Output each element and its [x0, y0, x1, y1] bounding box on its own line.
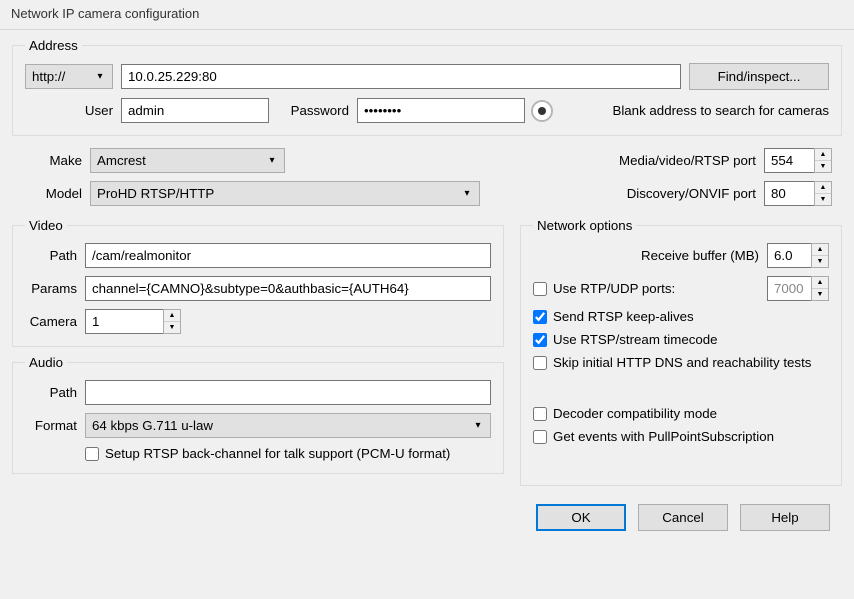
skipdns-checkbox[interactable] — [533, 356, 547, 370]
ok-button[interactable]: OK — [536, 504, 626, 531]
video-legend: Video — [25, 218, 67, 233]
address-input[interactable] — [121, 64, 681, 89]
find-inspect-button[interactable]: Find/inspect... — [689, 63, 829, 90]
window-title: Network IP camera configuration — [11, 6, 199, 21]
network-options-legend: Network options — [533, 218, 636, 233]
spin-up-icon[interactable]: ▲ — [815, 149, 831, 161]
audio-legend: Audio — [25, 355, 67, 370]
password-reveal-toggle[interactable] — [533, 102, 551, 120]
recv-buffer-label: Receive buffer (MB) — [641, 248, 759, 263]
make-value: Amcrest — [97, 153, 146, 168]
spin-up-icon[interactable]: ▲ — [164, 310, 180, 322]
video-group: Video Path Params Camera ▲▼ — [12, 218, 504, 347]
video-path-input[interactable] — [85, 243, 491, 268]
scheme-value: http:// — [32, 69, 65, 84]
spin-up-icon[interactable]: ▲ — [812, 244, 828, 256]
timecode-text: Use RTSP/stream timecode — [553, 332, 718, 347]
onvif-port-stepper[interactable]: ▲▼ — [764, 181, 832, 206]
chevron-down-icon: ▾ — [264, 155, 280, 166]
skipdns-checkbox-label[interactable]: Skip initial HTTP DNS and reachability t… — [533, 355, 811, 370]
timecode-checkbox[interactable] — [533, 333, 547, 347]
make-dropdown[interactable]: Amcrest ▾ — [90, 148, 285, 173]
video-path-label: Path — [25, 248, 77, 263]
user-input[interactable] — [121, 98, 269, 123]
window-titlebar: Network IP camera configuration — [0, 0, 854, 30]
video-params-label: Params — [25, 281, 77, 296]
chevron-down-icon: ▾ — [470, 420, 486, 431]
password-label: Password — [277, 103, 349, 118]
spin-down-icon[interactable]: ▼ — [164, 322, 180, 333]
use-rtp-text: Use RTP/UDP ports: — [553, 281, 675, 296]
keepalive-checkbox-label[interactable]: Send RTSP keep-alives — [533, 309, 694, 324]
video-camera-label: Camera — [25, 314, 77, 329]
audio-path-input[interactable] — [85, 380, 491, 405]
onvif-port-input[interactable] — [764, 181, 814, 206]
spin-down-icon[interactable]: ▼ — [812, 256, 828, 267]
camera-stepper[interactable]: ▲▼ — [85, 309, 181, 334]
model-label: Model — [22, 186, 82, 201]
backchannel-checkbox-label[interactable]: Setup RTSP back-channel for talk support… — [85, 446, 450, 461]
compat-checkbox-label[interactable]: Decoder compatibility mode — [533, 406, 717, 421]
timecode-checkbox-label[interactable]: Use RTSP/stream timecode — [533, 332, 718, 347]
audio-format-dropdown[interactable]: 64 kbps G.711 u-law ▾ — [85, 413, 491, 438]
keepalive-checkbox[interactable] — [533, 310, 547, 324]
compat-text: Decoder compatibility mode — [553, 406, 717, 421]
chevron-down-icon: ▾ — [459, 188, 475, 199]
audio-group: Audio Path Format 64 kbps G.711 u-law ▾ … — [12, 355, 504, 474]
recv-buffer-stepper[interactable]: ▲▼ — [767, 243, 829, 268]
spin-up-icon[interactable]: ▲ — [815, 182, 831, 194]
spin-down-icon[interactable]: ▼ — [815, 194, 831, 205]
cancel-button[interactable]: Cancel — [638, 504, 728, 531]
spin-down-icon: ▼ — [812, 289, 828, 300]
model-dropdown[interactable]: ProHD RTSP/HTTP ▾ — [90, 181, 480, 206]
chevron-down-icon: ▾ — [92, 71, 108, 82]
rtp-port-input — [767, 276, 811, 301]
audio-path-label: Path — [25, 385, 77, 400]
recv-buffer-input[interactable] — [767, 243, 811, 268]
rtsp-port-stepper[interactable]: ▲▼ — [764, 148, 832, 173]
eye-icon — [538, 107, 546, 115]
pullpoint-checkbox[interactable] — [533, 430, 547, 444]
spin-up-icon: ▲ — [812, 277, 828, 289]
onvif-port-label: Discovery/ONVIF port — [627, 186, 756, 201]
video-params-input[interactable] — [85, 276, 491, 301]
pullpoint-text: Get events with PullPointSubscription — [553, 429, 774, 444]
rtp-port-stepper[interactable]: ▲▼ — [767, 276, 829, 301]
backchannel-checkbox[interactable] — [85, 447, 99, 461]
scheme-dropdown[interactable]: http:// ▾ — [25, 64, 113, 89]
spin-down-icon[interactable]: ▼ — [815, 161, 831, 172]
address-group: Address http:// ▾ Find/inspect... User P… — [12, 38, 842, 136]
network-options-group: Network options Receive buffer (MB) ▲▼ U… — [520, 218, 842, 486]
address-legend: Address — [25, 38, 82, 53]
audio-format-label: Format — [25, 418, 77, 433]
blank-hint-text: Blank address to search for cameras — [612, 103, 829, 118]
help-button[interactable]: Help — [740, 504, 830, 531]
password-input[interactable] — [357, 98, 525, 123]
use-rtp-checkbox-label[interactable]: Use RTP/UDP ports: — [533, 281, 675, 296]
rtsp-port-input[interactable] — [764, 148, 814, 173]
pullpoint-checkbox-label[interactable]: Get events with PullPointSubscription — [533, 429, 774, 444]
use-rtp-checkbox[interactable] — [533, 282, 547, 296]
keepalive-text: Send RTSP keep-alives — [553, 309, 694, 324]
camera-input[interactable] — [85, 309, 163, 334]
dialog-buttons: OK Cancel Help — [8, 490, 846, 531]
skipdns-text: Skip initial HTTP DNS and reachability t… — [553, 355, 811, 370]
model-value: ProHD RTSP/HTTP — [97, 186, 214, 201]
rtsp-port-label: Media/video/RTSP port — [619, 153, 756, 168]
user-label: User — [25, 103, 113, 118]
compat-checkbox[interactable] — [533, 407, 547, 421]
make-label: Make — [22, 153, 82, 168]
backchannel-text: Setup RTSP back-channel for talk support… — [105, 446, 450, 461]
audio-format-value: 64 kbps G.711 u-law — [92, 418, 213, 433]
